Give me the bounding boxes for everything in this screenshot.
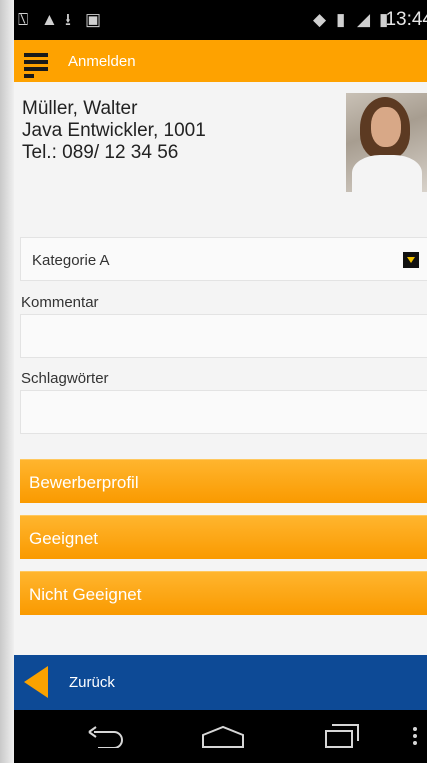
- back-icon[interactable]: [86, 726, 126, 748]
- back-label: Zurück: [69, 674, 115, 691]
- back-arrow-icon: [24, 666, 48, 698]
- category-dropdown-value: Kategorie A: [32, 252, 110, 269]
- contact-position: Java Entwickler, 1001: [22, 120, 206, 141]
- navigation-bar: [14, 710, 427, 763]
- status-time: 13:44: [385, 9, 427, 30]
- usb-icon: ⍂: [18, 10, 29, 29]
- phone-screen: ⍂ ▲ ⭳ ▣ ◆ ▮ ◢ ▮ 13:44 Anmelden Müller, W…: [14, 0, 427, 763]
- category-dropdown[interactable]: Kategorie A: [20, 237, 427, 281]
- comment-field[interactable]: [20, 314, 427, 358]
- battery-warning-icon: ▮: [336, 10, 346, 29]
- avatar-photo: [346, 93, 427, 192]
- not-suitable-button[interactable]: Nicht Geeignet: [20, 571, 427, 615]
- clipboard-icon: ▣: [85, 10, 102, 29]
- app-bar: Anmelden: [14, 40, 427, 82]
- wifi-icon: ◆: [313, 10, 327, 29]
- dropdown-arrow-icon: [403, 252, 419, 268]
- device-frame-edge: [0, 0, 14, 763]
- app-bar-title: Anmelden: [68, 53, 136, 70]
- download-icon: ⭳: [65, 10, 71, 29]
- hamburger-menu-icon[interactable]: [24, 53, 48, 78]
- status-bar: ⍂ ▲ ⭳ ▣ ◆ ▮ ◢ ▮ 13:44: [14, 0, 427, 40]
- keywords-field[interactable]: [20, 390, 427, 434]
- home-icon[interactable]: [201, 725, 245, 749]
- keywords-label: Schlagwörter: [21, 370, 109, 387]
- contact-phone: Tel.: 089/ 12 34 56: [22, 142, 179, 163]
- contact-name: Müller, Walter: [22, 98, 138, 119]
- recent-apps-icon[interactable]: [324, 723, 360, 749]
- suitable-button[interactable]: Geeignet: [20, 515, 427, 559]
- alert-icon: ▲: [41, 10, 58, 29]
- contact-info: Müller, Walter Java Entwickler, 1001 Tel…: [22, 98, 206, 164]
- signal-icon: ◢: [357, 10, 371, 29]
- profile-button[interactable]: Bewerberprofil: [20, 459, 427, 503]
- comment-label: Kommentar: [21, 294, 99, 311]
- back-bar[interactable]: Zurück: [14, 655, 427, 710]
- overflow-menu-icon[interactable]: [412, 726, 420, 748]
